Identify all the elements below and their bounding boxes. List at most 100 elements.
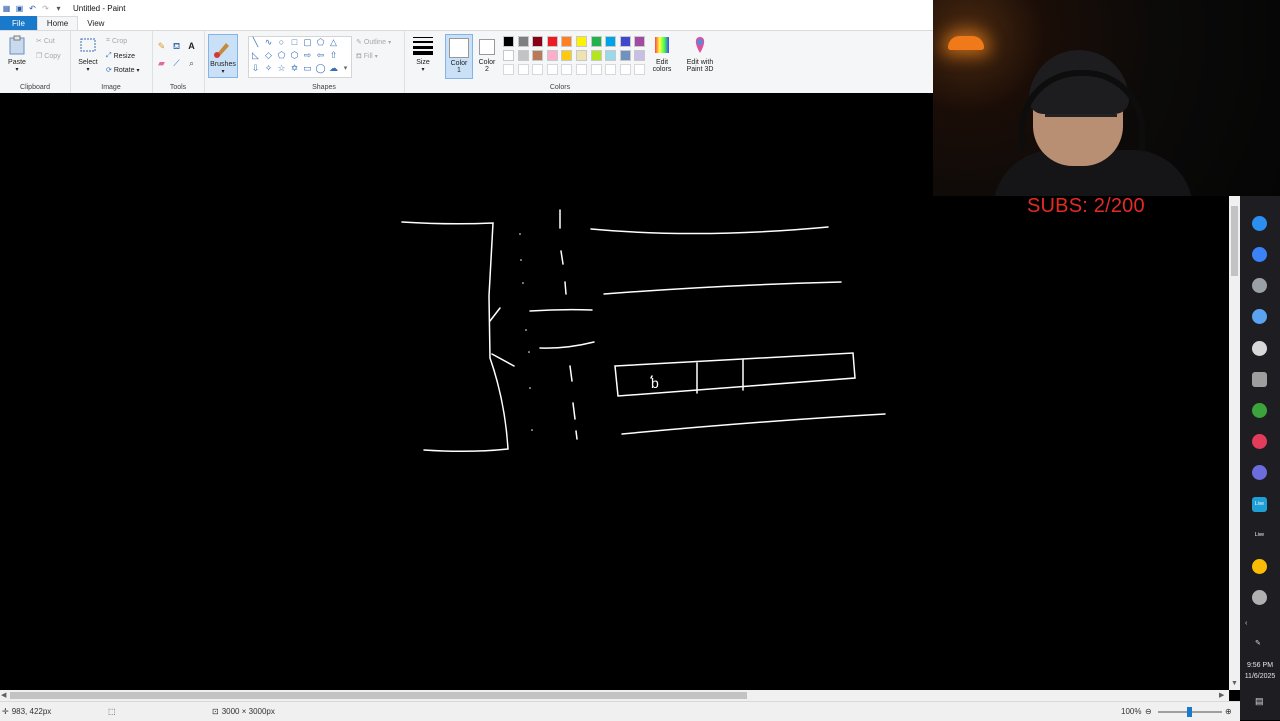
color1-button[interactable]: Color 1: [445, 34, 473, 79]
zoom-in-icon[interactable]: ⊕: [1225, 707, 1232, 716]
custom-color-slot[interactable]: [590, 64, 602, 75]
eraser-icon[interactable]: ▰: [156, 58, 167, 69]
color-swatch[interactable]: [590, 36, 602, 47]
grid-app-icon[interactable]: [1252, 465, 1267, 480]
color-swatch[interactable]: [532, 50, 544, 61]
horizontal-scrollbar[interactable]: ◀ ▶: [0, 690, 1229, 701]
color-swatch[interactable]: [590, 50, 602, 61]
customize-dropdown-icon[interactable]: ▾: [54, 4, 63, 13]
color-swatch[interactable]: [532, 36, 544, 47]
custom-color-slot[interactable]: [503, 64, 514, 75]
vertical-scrollbar[interactable]: ▼: [1229, 196, 1240, 690]
zoom-out-icon[interactable]: ⊖: [1145, 707, 1152, 716]
edit-with-paint3d-button[interactable]: Edit with Paint 3D: [682, 35, 718, 73]
edit-colors-button[interactable]: Edit colors: [648, 35, 676, 73]
scroll-left-icon[interactable]: ◀: [1, 691, 6, 699]
color-swatch[interactable]: [576, 36, 587, 47]
custom-color-slot[interactable]: [546, 64, 558, 75]
pentagon-shape-icon[interactable]: ⬠: [276, 50, 287, 61]
color-swatch[interactable]: [619, 36, 631, 47]
color-swatch[interactable]: [605, 36, 617, 47]
color-swatch[interactable]: [561, 50, 573, 61]
color-swatch[interactable]: [619, 50, 631, 61]
fill-button[interactable]: ⛾ Fill ▾: [356, 52, 378, 61]
color-picker-icon[interactable]: ⟋: [171, 58, 182, 69]
outline-button[interactable]: ✎ Outline ▾: [356, 38, 391, 47]
custom-color-slot[interactable]: [605, 64, 617, 75]
scroll-down-icon[interactable]: ▼: [1231, 680, 1238, 687]
live-label-icon[interactable]: Live: [1252, 528, 1267, 543]
live-app-icon[interactable]: Live: [1252, 497, 1267, 512]
chrome-icon[interactable]: [1252, 559, 1267, 574]
xbox-icon[interactable]: [1252, 403, 1267, 418]
resize-button[interactable]: ⤢ Resize: [106, 52, 135, 60]
left-arrow-shape-icon[interactable]: ⇦: [315, 50, 326, 61]
custom-color-slot[interactable]: [532, 64, 544, 75]
cloud-callout-shape-icon[interactable]: ☁: [328, 63, 339, 74]
color-swatch[interactable]: [634, 36, 646, 47]
color2-button[interactable]: Color 2: [475, 34, 499, 79]
color-swatch[interactable]: [576, 50, 587, 61]
five-point-star-shape-icon[interactable]: ☆: [276, 63, 287, 74]
right-arrow-shape-icon[interactable]: ⇨: [302, 50, 313, 61]
color-swatch[interactable]: [634, 50, 646, 61]
color-swatch[interactable]: [503, 36, 514, 47]
custom-color-slot[interactable]: [517, 64, 529, 75]
triangle-shape-icon[interactable]: △: [328, 37, 339, 48]
save-icon[interactable]: ▣: [15, 4, 24, 13]
steam-icon[interactable]: [1252, 216, 1267, 231]
app-icon[interactable]: [1252, 309, 1267, 324]
text-tool-icon[interactable]: A: [186, 41, 197, 52]
select-dropdown-icon[interactable]: ▾: [76, 66, 100, 73]
color-swatch[interactable]: [503, 50, 514, 61]
oval-shape-icon[interactable]: ○: [276, 37, 287, 48]
diamond-shape-icon[interactable]: ◇: [263, 50, 274, 61]
custom-color-slot[interactable]: [619, 64, 631, 75]
edge-icon[interactable]: [1252, 247, 1267, 262]
redo-icon[interactable]: ↷: [41, 4, 50, 13]
clock-time[interactable]: 9:56 PM: [1240, 662, 1280, 669]
down-arrow-shape-icon[interactable]: ⇩: [250, 63, 261, 74]
pen-icon[interactable]: ✎: [1255, 639, 1261, 647]
rectangle-shape-icon[interactable]: □: [289, 37, 300, 48]
copy-button[interactable]: ❐ Copy: [36, 52, 61, 61]
oval-callout-shape-icon[interactable]: ◯: [315, 63, 326, 74]
color-swatch[interactable]: [605, 50, 617, 61]
paste-dropdown-icon[interactable]: ▾: [6, 66, 28, 73]
four-point-star-shape-icon[interactable]: ✧: [263, 63, 274, 74]
rotate-button[interactable]: ⟳ Rotate ▾: [106, 66, 140, 75]
tab-file[interactable]: File: [0, 16, 37, 30]
paint-icon[interactable]: [1252, 590, 1267, 605]
zoom-slider-thumb[interactable]: [1187, 707, 1192, 717]
line-shape-icon[interactable]: ╲: [250, 37, 261, 48]
tray-expand-icon[interactable]: ‹: [1245, 620, 1247, 627]
cut-button[interactable]: ✂ Cut: [36, 37, 55, 46]
color-swatch[interactable]: [517, 36, 529, 47]
obs-icon[interactable]: [1252, 278, 1267, 293]
hexagon-shape-icon[interactable]: ⬡: [289, 50, 300, 61]
paste-button[interactable]: Paste ▾: [6, 35, 28, 73]
shapes-more-icon[interactable]: ▾: [340, 63, 351, 74]
custom-color-slot[interactable]: [576, 64, 587, 75]
media-icon[interactable]: [1252, 434, 1267, 449]
curve-shape-icon[interactable]: ∿: [263, 37, 274, 48]
settings-icon[interactable]: [1252, 341, 1267, 356]
vertical-scroll-thumb[interactable]: [1231, 206, 1238, 276]
size-button[interactable]: Size ▾: [411, 35, 435, 73]
clock-date[interactable]: 11/6/2025: [1240, 673, 1280, 680]
undo-icon[interactable]: ↶: [28, 4, 37, 13]
custom-color-slot[interactable]: [561, 64, 573, 75]
brushes-button[interactable]: Brushes ▾: [208, 34, 238, 78]
custom-color-slot[interactable]: [634, 64, 646, 75]
pencil-icon[interactable]: ✎: [156, 41, 167, 52]
color-swatch[interactable]: [517, 50, 529, 61]
notification-icon[interactable]: ▤: [1255, 696, 1264, 707]
fill-bucket-icon[interactable]: ⛾: [171, 41, 182, 52]
callout-shape-icon[interactable]: ▭: [302, 63, 313, 74]
rounded-rectangle-shape-icon[interactable]: ▢: [302, 37, 313, 48]
up-arrow-shape-icon[interactable]: ⇧: [328, 50, 339, 61]
color-swatch[interactable]: [546, 50, 558, 61]
crop-button[interactable]: ⌗ Crop: [106, 37, 127, 45]
tab-view[interactable]: View: [78, 16, 113, 30]
horizontal-scroll-thumb[interactable]: [10, 692, 747, 699]
